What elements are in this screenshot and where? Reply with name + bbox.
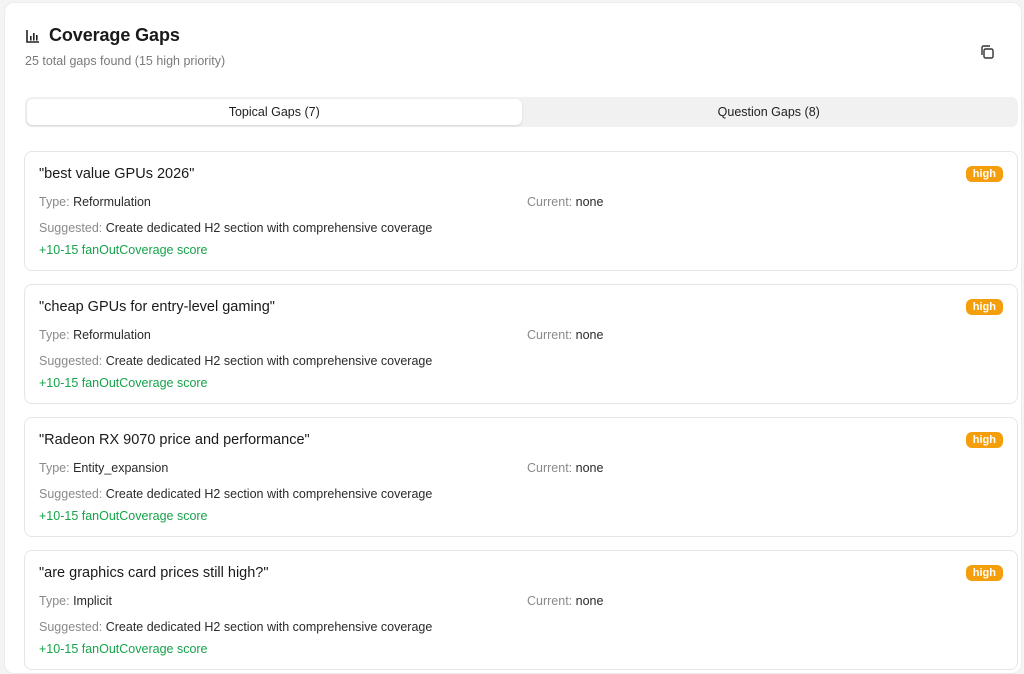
coverage-gaps-panel: Coverage Gaps 25 total gaps found (15 hi… xyxy=(4,2,1022,674)
gap-query: "are graphics card prices still high?" xyxy=(39,565,269,581)
suggested-label: Suggested: xyxy=(39,221,103,235)
type-value: Implicit xyxy=(73,594,112,608)
score-impact: +10-15 fanOutCoverage score xyxy=(39,642,208,656)
type-value: Reformulation xyxy=(73,328,151,342)
gap-query: "Radeon RX 9070 price and performance" xyxy=(39,432,310,448)
current-label: Current: xyxy=(527,594,573,608)
suggested-value: Create dedicated H2 section with compreh… xyxy=(105,487,433,501)
gap-suggestion: Suggested: Create dedicated H2 section w… xyxy=(39,620,432,634)
score-impact: +10-15 fanOutCoverage score xyxy=(39,376,208,390)
gap-type: Type: Reformulation xyxy=(39,195,151,209)
current-value: none xyxy=(575,328,604,342)
type-label: Type: xyxy=(39,328,70,342)
gap-query: "best value GPUs 2026" xyxy=(39,166,195,182)
priority-badge: high xyxy=(965,432,1003,448)
gap-type: Type: Implicit xyxy=(39,594,112,608)
gap-tabs: Topical Gaps (7) Question Gaps (8) xyxy=(25,97,1018,127)
gaps-summary: 25 total gaps found (15 high priority) xyxy=(25,54,226,68)
suggested-value: Create dedicated H2 section with compreh… xyxy=(105,354,433,368)
gap-type: Type: Reformulation xyxy=(39,328,151,342)
suggested-value: Create dedicated H2 section with compreh… xyxy=(105,620,433,634)
copy-icon xyxy=(979,44,995,65)
gap-type: Type: Entity_expansion xyxy=(39,461,168,475)
suggested-label: Suggested: xyxy=(39,620,103,634)
priority-badge: high xyxy=(965,565,1003,581)
panel-header: Coverage Gaps 25 total gaps found (15 hi… xyxy=(25,25,1001,68)
title-row: Coverage Gaps xyxy=(25,25,1001,46)
current-value: none xyxy=(575,594,604,608)
gap-list: "best value GPUs 2026" high Type: Reform… xyxy=(24,151,1018,673)
gap-suggestion: Suggested: Create dedicated H2 section w… xyxy=(39,487,432,501)
suggested-label: Suggested: xyxy=(39,487,103,501)
type-value: Entity_expansion xyxy=(73,461,169,475)
type-label: Type: xyxy=(39,461,70,475)
current-label: Current: xyxy=(527,195,573,209)
priority-badge: high xyxy=(965,166,1003,182)
gap-card: "are graphics card prices still high?" h… xyxy=(24,550,1018,670)
bar-chart-icon xyxy=(25,28,41,44)
current-label: Current: xyxy=(527,328,573,342)
priority-badge: high xyxy=(965,299,1003,315)
type-value: Reformulation xyxy=(73,195,151,209)
page-title: Coverage Gaps xyxy=(49,25,180,45)
current-value: none xyxy=(575,195,604,209)
current-value: none xyxy=(575,461,604,475)
gap-current: Current: none xyxy=(527,195,603,209)
type-label: Type: xyxy=(39,195,70,209)
copy-button[interactable] xyxy=(978,44,996,65)
score-impact: +10-15 fanOutCoverage score xyxy=(39,509,208,523)
suggested-label: Suggested: xyxy=(39,354,103,368)
gap-current: Current: none xyxy=(527,461,603,475)
gap-current: Current: none xyxy=(527,328,603,342)
gap-suggestion: Suggested: Create dedicated H2 section w… xyxy=(39,221,432,235)
gap-card: "cheap GPUs for entry-level gaming" high… xyxy=(24,284,1018,404)
suggested-value: Create dedicated H2 section with compreh… xyxy=(105,221,433,235)
gap-card: "Radeon RX 9070 price and performance" h… xyxy=(24,417,1018,537)
tab-topical-gaps[interactable]: Topical Gaps (7) xyxy=(27,99,522,125)
current-label: Current: xyxy=(527,461,573,475)
type-label: Type: xyxy=(39,594,70,608)
gap-suggestion: Suggested: Create dedicated H2 section w… xyxy=(39,354,432,368)
tab-question-gaps[interactable]: Question Gaps (8) xyxy=(522,99,1017,125)
gap-query: "cheap GPUs for entry-level gaming" xyxy=(39,299,275,315)
score-impact: +10-15 fanOutCoverage score xyxy=(39,243,208,257)
gap-card: "best value GPUs 2026" high Type: Reform… xyxy=(24,151,1018,271)
gap-current: Current: none xyxy=(527,594,603,608)
